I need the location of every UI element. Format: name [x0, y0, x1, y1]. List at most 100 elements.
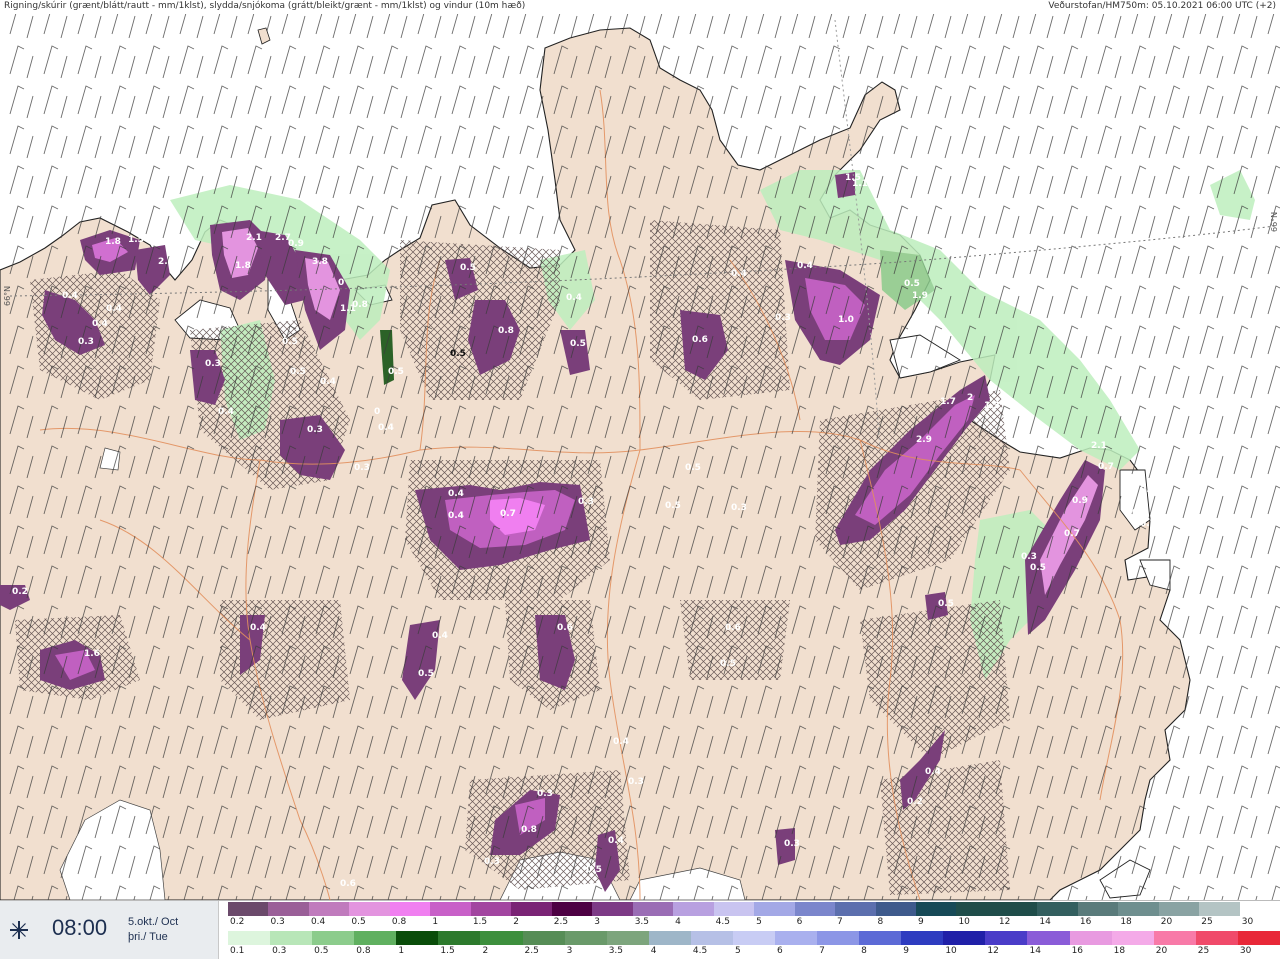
- snow-scale-label: 4: [675, 917, 681, 927]
- snow-swatch: [754, 902, 795, 916]
- snow-scale-label: 1: [432, 917, 439, 927]
- rain-swatch: [564, 931, 607, 945]
- rain-scale-label: 0.3: [272, 946, 287, 956]
- precip-value-label: 0.5: [418, 669, 434, 679]
- rain-swatch: [859, 931, 902, 945]
- rain-swatch: [438, 931, 481, 945]
- rain-scale-label: 5: [734, 946, 741, 956]
- rain-scale-label: 3: [566, 946, 573, 956]
- precip-value-label: 0.4: [320, 377, 336, 387]
- snow-swatch: [308, 902, 350, 916]
- rain-scale-labels: 0.1 0.3 0.5 0.8 1 1.5 2 2.5 3 3.5 4 4.5 5 6 7 8 9 10 12 14 1…: [228, 946, 1280, 958]
- precip-value-label: 0.8: [521, 825, 537, 835]
- snow-scale-label: 5: [756, 917, 762, 927]
- precip-value-label: 0.7: [1140, 519, 1156, 529]
- wind-barbs: [0, 14, 1280, 900]
- snow-swatch: [511, 902, 552, 916]
- snow-scale-label: 25: [1201, 917, 1213, 927]
- precip-value-label: 0.3: [628, 777, 644, 787]
- snow-swatch: [996, 902, 1038, 916]
- rain-swatch: [228, 931, 271, 945]
- precip-value-label: 0.5: [290, 367, 306, 377]
- snow-scale-label: 7: [837, 917, 843, 927]
- snow-scale-label: 0.2: [230, 917, 245, 927]
- precip-value-label: 0.5: [450, 349, 466, 359]
- weather-map[interactable]: 0.41.8 1.52.60.40.30.421.82.1 2.70.93.801.…: [0, 0, 1280, 900]
- snow-scale-label: 4.5: [715, 917, 730, 927]
- rain-scale-label: 8: [861, 946, 867, 956]
- snow-scale-label: 9: [917, 917, 924, 927]
- rain-scale-label: 0.5: [314, 946, 329, 956]
- precip-value-label: 0.7: [500, 509, 516, 519]
- snow-scale-label: 10: [958, 917, 970, 927]
- snow-scale-label: 3.5: [634, 917, 650, 927]
- precip-value-label: 1.1: [852, 179, 868, 189]
- precip-value-label: 0.3: [578, 497, 594, 507]
- precip-value-label: 0.3: [1021, 552, 1037, 562]
- snow-swatch: [470, 902, 512, 916]
- rain-swatch: [522, 931, 565, 945]
- precip-value-label: 0.2: [12, 587, 28, 597]
- rain-swatch: [775, 931, 818, 945]
- precip-value-label: 0.3: [484, 857, 500, 867]
- snow-swatch: [430, 902, 471, 916]
- precip-value-label: 1.5: [128, 235, 144, 245]
- precip-value-label: 0.5: [570, 339, 586, 349]
- snow-scale-label: 1.5: [472, 917, 488, 927]
- precip-value-label: 0.4: [608, 836, 624, 846]
- rain-scale-label: 9: [903, 946, 909, 956]
- map-title: Rigning/skúrir (grænt/blátt/rautt - mm/1…: [4, 1, 526, 11]
- snow-swatch: [956, 902, 997, 916]
- rain-swatch: [732, 931, 776, 945]
- precip-value-label: 0.5: [685, 463, 701, 473]
- rain-swatch: [270, 931, 313, 945]
- snow-swatch: [551, 902, 593, 916]
- snow-swatch: [632, 902, 674, 916]
- precip-value-label: 2: [167, 249, 173, 259]
- precip-value-label: 0.5: [282, 337, 298, 347]
- rain-swatch: [690, 931, 733, 945]
- snow-swatch: [1077, 902, 1119, 916]
- snow-scale-label: 0.8: [391, 917, 407, 927]
- precip-value-label: 0.5: [938, 599, 954, 609]
- snow-swatch: [349, 902, 390, 916]
- precip-value-label: 2.1: [246, 233, 262, 243]
- precip-value-label: 0.4: [613, 737, 629, 747]
- precip-value-label: 0.7: [1098, 462, 1114, 472]
- date-line-1: 5.okt./ Oct: [128, 916, 179, 928]
- rain-swatch: [901, 931, 944, 945]
- precip-value-label: 0.5: [388, 367, 404, 377]
- precip-value-label: 1.8: [235, 261, 251, 271]
- rain-swatch: [312, 931, 355, 945]
- precip-value-label: 0.5: [586, 865, 602, 875]
- rain-swatch: [985, 931, 1028, 945]
- rain-swatch: [648, 931, 691, 945]
- rain-scale-label: 16: [1071, 946, 1084, 956]
- precip-value-label: 0.4: [448, 511, 464, 521]
- rain-scale-label: 1.5: [440, 946, 455, 956]
- time-date: 5.okt./ Oct þri./ Tue: [128, 915, 178, 945]
- precip-value-label: 0.3: [307, 425, 323, 435]
- snow-scale-label: 14: [1039, 917, 1051, 927]
- precip-value-label: 0.4: [378, 423, 394, 433]
- snow-swatch: [1158, 902, 1200, 916]
- rain-swatch: [1111, 931, 1154, 945]
- precip-value-label: 0.4: [62, 291, 78, 301]
- rain-swatch: [480, 931, 523, 945]
- precip-value-label: 0.9: [1072, 496, 1088, 506]
- precip-value-label: 1.3: [984, 401, 1000, 411]
- snow-scale-label: 0.5: [351, 917, 366, 927]
- precip-value-label: 0.4: [731, 269, 747, 279]
- snow-swatch: [915, 902, 957, 916]
- map-header: Rigning/skúrir (grænt/blátt/rautt - mm/1…: [0, 0, 1280, 14]
- precip-value-label: 1.8: [105, 237, 121, 247]
- rain-scale-label: 6: [777, 946, 783, 956]
- snow-swatch: [1037, 902, 1078, 916]
- precip-value-label: 0: [338, 278, 344, 288]
- snow-swatch: [673, 902, 714, 916]
- snow-scale-label: 3: [594, 917, 600, 927]
- precip-value-label: 1.9: [912, 291, 928, 301]
- precip-value-label: 0.3: [205, 359, 221, 369]
- snow-swatch: [592, 902, 633, 916]
- snow-swatch: [1199, 902, 1240, 916]
